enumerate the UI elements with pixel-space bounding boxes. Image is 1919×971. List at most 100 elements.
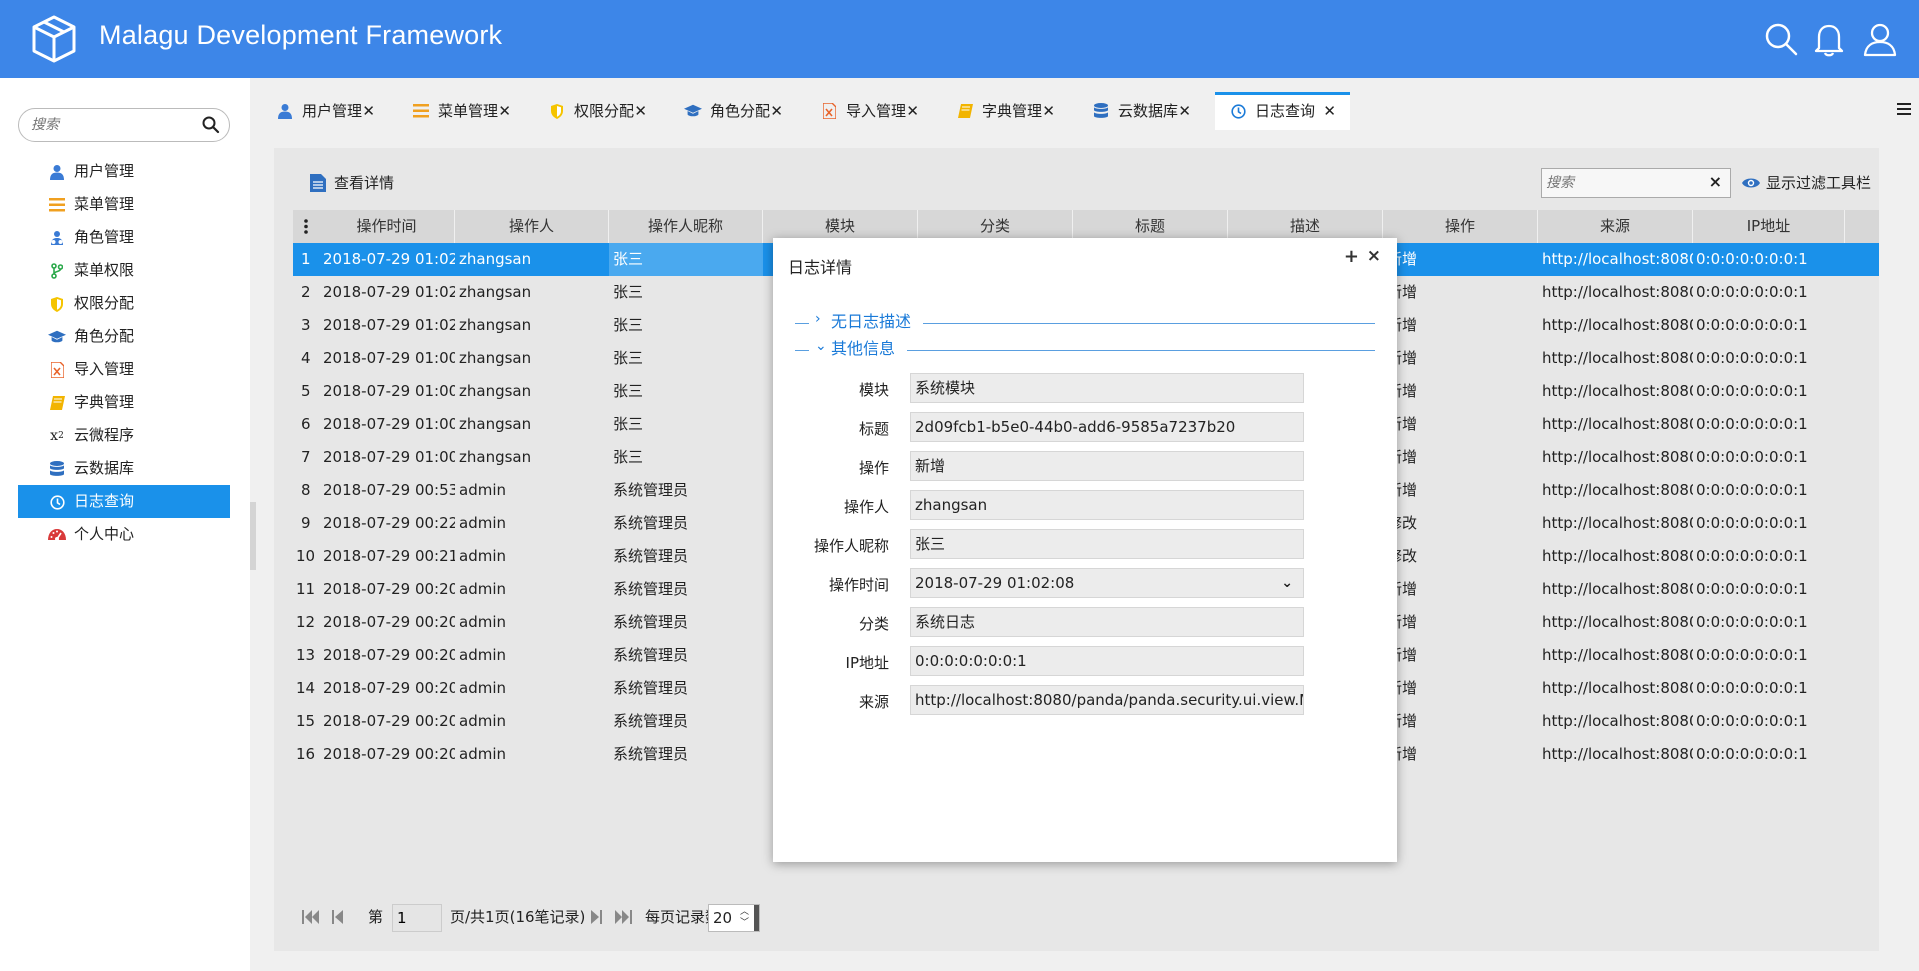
show-filter-toolbar-button[interactable]: 显示过滤工具栏 [1742, 170, 1871, 196]
cell-row-number: 5 [301, 382, 311, 400]
last-page-icon[interactable] [614, 909, 632, 925]
tab-import-management[interactable]: 导入管理 ✕ [806, 92, 931, 130]
cell-operation: 新增 [1387, 712, 1418, 730]
dashboard-icon [48, 526, 66, 544]
field-value[interactable]: http://localhost:8080/panda/panda.securi… [910, 685, 1304, 715]
branch-icon [48, 262, 66, 280]
field-value[interactable]: 0:0:0:0:0:0:0:1 [910, 646, 1304, 676]
search-icon[interactable] [201, 115, 221, 135]
column-header-ip-address[interactable]: IP地址 [1693, 210, 1845, 243]
chevron-down-icon[interactable]: ⌄ [1281, 569, 1293, 597]
cell-operator-nickname: 张三 [609, 243, 763, 276]
sidebar-item-user-management[interactable]: 用户管理 [18, 155, 230, 188]
cell-ip-address: 0:0:0:0:0:0:0:1 [1696, 745, 1808, 763]
cell-operator: zhangsan [459, 349, 532, 367]
sidebar-item-role-management[interactable]: 角色管理 [18, 221, 230, 254]
field-label: 标题 [858, 420, 889, 438]
tab-close-icon[interactable]: ✕ [1178, 92, 1191, 130]
column-header-source[interactable]: 来源 [1538, 210, 1693, 243]
field-value[interactable]: 系统日志 [910, 607, 1304, 637]
next-page-icon[interactable] [590, 909, 602, 925]
cell-operator: admin [459, 745, 506, 763]
sidebar-item-menu-permission[interactable]: 菜单权限 [18, 254, 230, 287]
tab-log-query[interactable]: 日志查询 ✕ [1215, 92, 1350, 130]
tab-role-assign[interactable]: 角色分配 ✕ [670, 92, 795, 130]
page-number-input[interactable] [392, 904, 442, 932]
tab-close-icon[interactable]: ✕ [906, 92, 919, 130]
search-icon[interactable] [1762, 20, 1800, 58]
cell-row-number: 13 [296, 646, 316, 664]
cell-row-number: 8 [301, 481, 311, 499]
tab-close-icon[interactable]: ✕ [634, 92, 647, 130]
grid-search-input[interactable] [1546, 174, 1696, 192]
stepper-arrows-icon[interactable]: ︿ ﹀ [740, 907, 749, 929]
hamburger-menu-icon[interactable] [1895, 100, 1913, 118]
section-no-description[interactable]: › 无日志描述 [795, 311, 1375, 335]
sidebar-item-log-query[interactable]: 日志查询 [18, 485, 230, 518]
tab-close-icon[interactable]: ✕ [1323, 95, 1336, 127]
cell-operator-nickname: 系统管理员 [613, 514, 689, 532]
tab-dictionary-management[interactable]: 字典管理 ✕ [942, 92, 1067, 130]
sidebar-item-import-management[interactable]: 导入管理 [18, 353, 230, 386]
sidebar-item-role-assign[interactable]: 角色分配 [18, 320, 230, 353]
first-page-icon[interactable] [302, 909, 320, 925]
sidebar-item-dictionary-management[interactable]: 字典管理 [18, 386, 230, 419]
tab-permission-assign[interactable]: 权限分配 ✕ [534, 92, 659, 130]
field-value[interactable]: 系统模块 [910, 373, 1304, 403]
user-profile-icon[interactable] [1861, 20, 1899, 58]
cell-source: http://localhost:8080 [1542, 382, 1693, 400]
stepper-handle[interactable] [754, 905, 759, 931]
sidebar-item-personal-center[interactable]: 个人中心 [18, 518, 230, 551]
sidebar-item-cloud-database[interactable]: 云数据库 [18, 452, 230, 485]
column-header-operator[interactable]: 操作人 [455, 210, 609, 243]
cell-operator: zhangsan [459, 283, 532, 301]
field-value[interactable]: 2018-07-29 01:02:08 ⌄ [910, 568, 1304, 598]
tab-close-icon[interactable]: ✕ [770, 92, 783, 130]
cell-operator-nickname: 张三 [613, 415, 644, 433]
view-detail-button[interactable]: 查看详情 [310, 170, 394, 196]
field-value[interactable]: 张三 [910, 529, 1304, 559]
column-header-operation[interactable]: 操作 [1383, 210, 1538, 243]
tab-close-icon[interactable]: ✕ [362, 92, 375, 130]
sidebar-search-input[interactable] [31, 115, 191, 135]
tab-cloud-database[interactable]: 云数据库 ✕ [1078, 92, 1203, 130]
cell-operation: 新增 [1387, 250, 1418, 268]
tab-close-icon[interactable]: ✕ [1042, 92, 1055, 130]
cell-source: http://localhost:8080 [1542, 679, 1693, 697]
sidebar-search[interactable] [18, 108, 230, 142]
sidebar-item-label: 菜单管理 [74, 195, 135, 213]
clear-search-icon[interactable]: × [1709, 172, 1722, 191]
field-value[interactable]: 2d09fcb1-b5e0-44b0-add6-9585a7237b20 [910, 412, 1304, 442]
prev-page-icon[interactable] [332, 909, 344, 925]
cell-operation: 新增 [1387, 646, 1418, 664]
cell-operation-time: 2018-07-29 00:53:29 [323, 481, 455, 499]
cell-operation-time: 2018-07-29 00:20:48 [323, 580, 455, 598]
maximize-icon[interactable]: + [1344, 246, 1359, 267]
sidebar-item-cloud-micro-program[interactable]: x 2 云微程序 [18, 419, 230, 452]
tab-user-management[interactable]: 用户管理 ✕ [262, 92, 387, 130]
close-icon[interactable]: × [1367, 246, 1381, 266]
bell-icon[interactable] [1810, 20, 1848, 58]
cell-row-number: 7 [301, 448, 311, 466]
field-value[interactable]: 新增 [910, 451, 1304, 481]
sidebar-menu: 用户管理 菜单管理 角色管理 菜单权限 权限分配 角色分配 导入管理 字典管理 … [18, 155, 230, 551]
column-header-operator-nickname[interactable]: 操作人昵称 [609, 210, 763, 243]
field-label: 分类 [858, 615, 889, 633]
cell-source: http://localhost:8080 [1542, 613, 1693, 631]
page-total-label: 页/共1页(16笔记录) [450, 908, 586, 926]
sidebar-item-permission-assign[interactable]: 权限分配 [18, 287, 230, 320]
tab-menu-management[interactable]: 菜单管理 ✕ [398, 92, 523, 130]
cell-operator: zhangsan [459, 415, 532, 433]
sidebar-item-menu-management[interactable]: 菜单管理 [18, 188, 230, 221]
sidebar-resize-handle[interactable] [250, 502, 256, 570]
column-menu-icon[interactable] [293, 210, 319, 243]
cell-operator: admin [459, 679, 506, 697]
field-value[interactable]: zhangsan [910, 490, 1304, 520]
column-header-operation-time[interactable]: 操作时间 [319, 210, 455, 243]
tab-label: 导入管理 [846, 102, 907, 120]
section-other-info[interactable]: ⌄ 其他信息 [795, 338, 1375, 362]
cell-operator: zhangsan [459, 382, 532, 400]
grid-search[interactable]: × [1541, 168, 1731, 198]
tab-close-icon[interactable]: ✕ [498, 92, 511, 130]
page-size-stepper[interactable]: 20 ︿ ﹀ [708, 904, 760, 932]
